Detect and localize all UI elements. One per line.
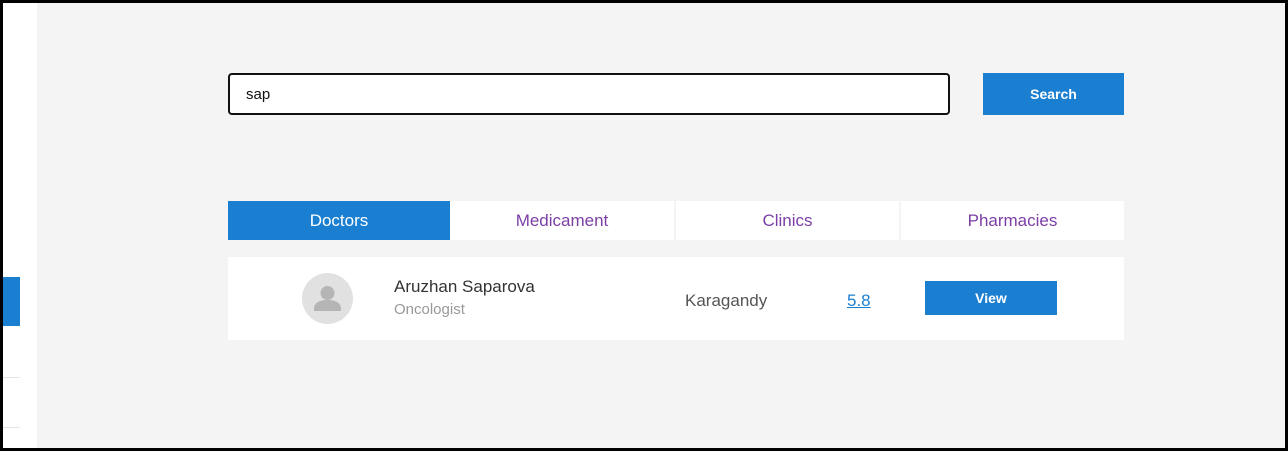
search-button[interactable]: Search [983,73,1124,115]
user-placeholder-icon [314,286,341,311]
tab-clinics[interactable]: Clinics [676,201,901,240]
tab-doctors[interactable]: Doctors [228,201,450,240]
doctor-rating-link[interactable]: 5.8 [847,291,871,311]
category-tabs: Doctors Medicament Clinics Pharmacies [228,201,1124,240]
tab-medicament[interactable]: Medicament [450,201,676,240]
avatar [302,273,353,324]
left-sidebar [3,3,37,448]
doctor-specialty: Oncologist [394,301,465,318]
sidebar-divider [3,377,20,378]
doctor-result-card: Aruzhan Saparova Oncologist Karagandy 5.… [228,257,1124,340]
app-window: Search Doctors Medicament Clinics Pharma… [3,3,1285,448]
doctor-city: Karagandy [685,291,768,310]
sidebar-divider [3,427,20,428]
sidebar-active-item[interactable] [3,277,20,326]
doctor-name: Aruzhan Saparova [394,277,535,296]
tab-pharmacies[interactable]: Pharmacies [901,201,1124,240]
search-input[interactable] [228,73,950,115]
view-button[interactable]: View [925,281,1057,315]
